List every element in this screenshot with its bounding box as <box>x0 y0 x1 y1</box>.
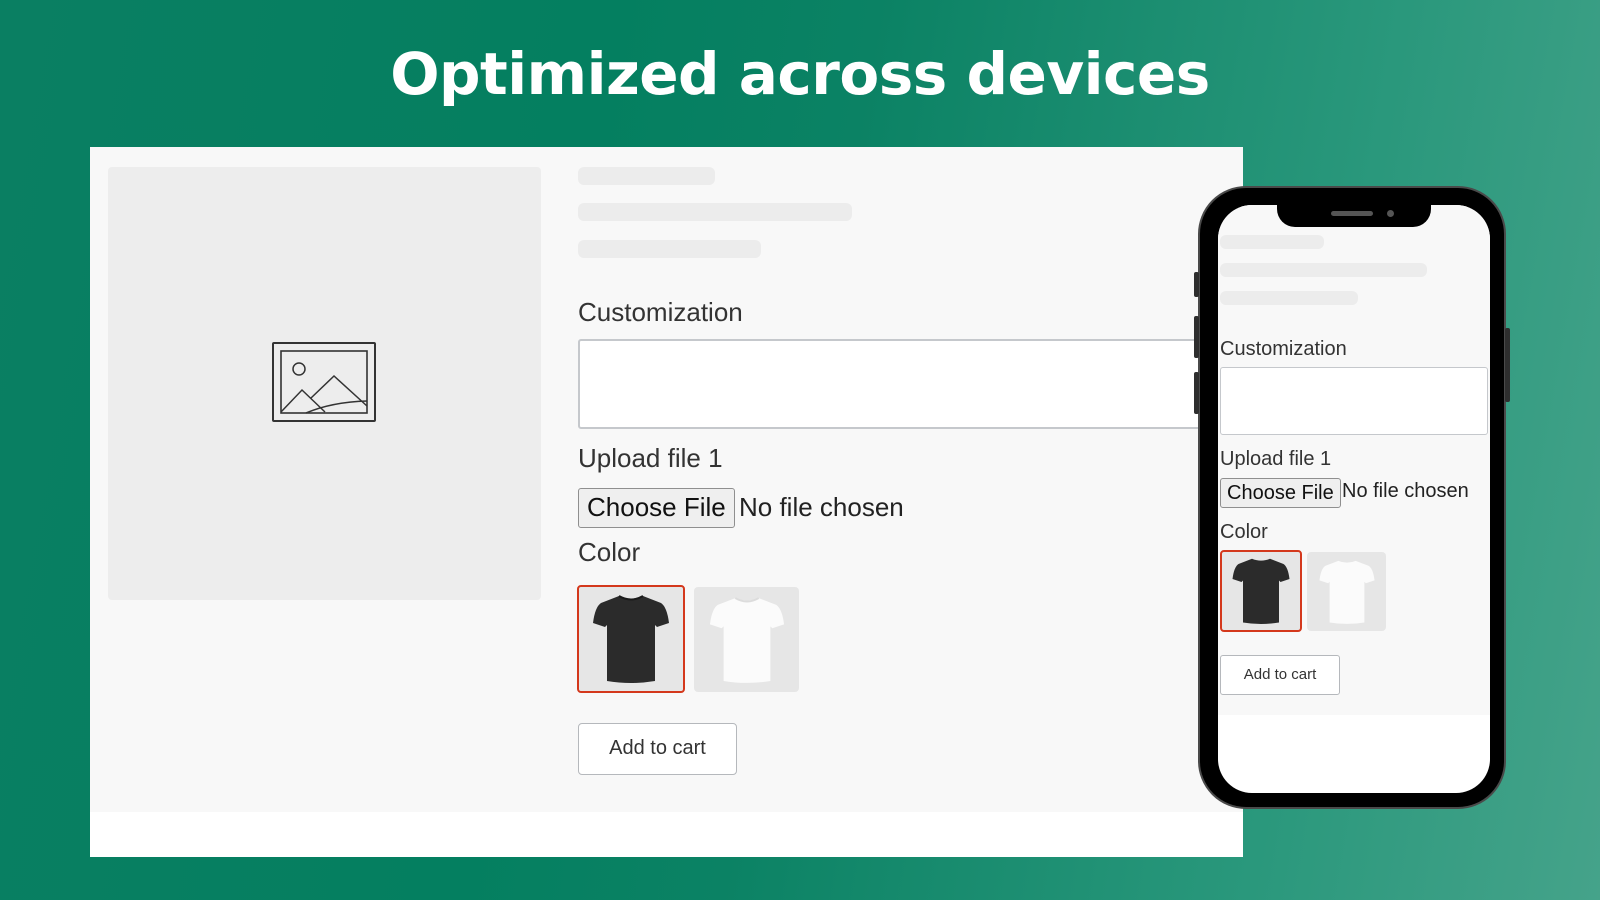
image-placeholder-icon <box>272 342 376 422</box>
file-status: No file chosen <box>1342 480 1469 502</box>
customization-textarea[interactable] <box>578 339 1243 429</box>
customization-label: Customization <box>1220 338 1347 360</box>
mobile-product-page: Customization Upload file 1 Choose File … <box>1218 205 1490 715</box>
product-image-placeholder <box>108 167 541 600</box>
phone-notch <box>1277 205 1431 227</box>
phone-screen: Customization Upload file 1 Choose File … <box>1218 205 1490 793</box>
add-to-cart-button[interactable]: Add to cart <box>578 723 737 775</box>
phone-power-button <box>1505 328 1510 402</box>
skeleton-line <box>578 203 852 221</box>
customization-label: Customization <box>578 297 743 327</box>
color-swatch-white[interactable] <box>694 587 799 692</box>
phone-mockup: Customization Upload file 1 Choose File … <box>1194 186 1510 809</box>
choose-file-button[interactable]: Choose File <box>1220 478 1341 508</box>
desktop-mockup: Customization Upload file 1 Choose File … <box>90 147 1243 857</box>
tshirt-black-icon <box>1232 558 1290 624</box>
camera-icon <box>1387 210 1394 217</box>
skeleton-line <box>1220 291 1358 305</box>
desktop-product-page: Customization Upload file 1 Choose File … <box>90 147 1243 812</box>
headline: Optimized across devices <box>390 40 1210 108</box>
color-swatch-white[interactable] <box>1307 552 1386 631</box>
color-swatch-black[interactable] <box>1220 550 1302 632</box>
color-label: Color <box>578 537 641 567</box>
phone-volume-down <box>1194 372 1199 414</box>
upload-file-label: Upload file 1 <box>578 443 723 473</box>
tshirt-black-icon <box>593 595 669 683</box>
file-status: No file chosen <box>739 492 904 522</box>
skeleton-title <box>1220 235 1324 249</box>
skeleton-line <box>1220 263 1427 277</box>
skeleton-line <box>578 240 761 258</box>
choose-file-button[interactable]: Choose File <box>578 488 735 528</box>
color-swatch-black[interactable] <box>577 585 685 693</box>
skeleton-title <box>578 167 715 185</box>
add-to-cart-button[interactable]: Add to cart <box>1220 655 1340 695</box>
color-label: Color <box>1220 521 1268 543</box>
speaker-icon <box>1331 211 1373 216</box>
phone-mute-switch <box>1194 272 1199 297</box>
tshirt-white-icon <box>1318 560 1375 624</box>
phone-volume-up <box>1194 316 1199 358</box>
customization-textarea[interactable] <box>1220 367 1488 435</box>
tshirt-white-icon <box>709 596 784 683</box>
upload-file-label: Upload file 1 <box>1220 448 1332 470</box>
